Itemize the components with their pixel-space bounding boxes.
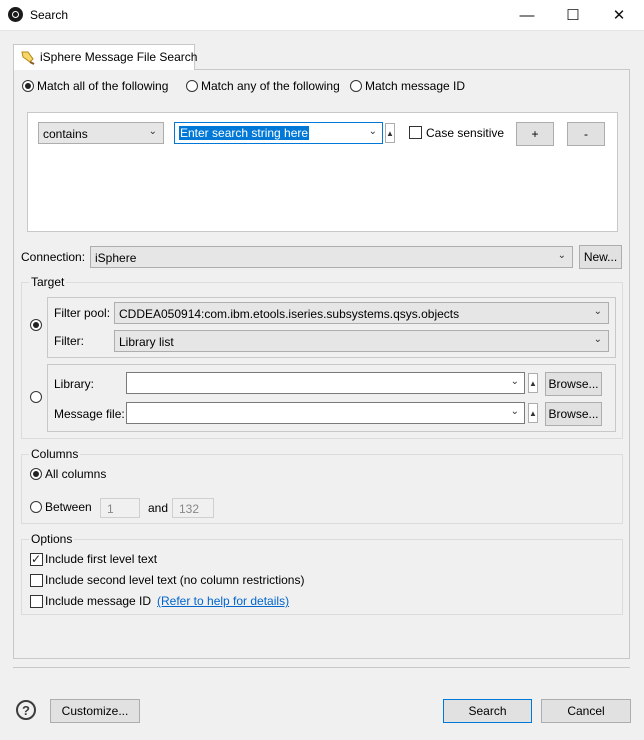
options-legend: Options	[29, 532, 75, 546]
filter-label: Filter:	[54, 334, 84, 348]
triangle-up-icon: ▲	[529, 378, 537, 388]
column-from-value: 1	[107, 502, 114, 516]
chevron-down-icon: ⌄	[593, 334, 602, 345]
browse-library-button[interactable]: Browse...	[545, 372, 602, 396]
second-level-text-checkbox[interactable]	[30, 574, 43, 587]
minimize-button[interactable]: —	[504, 0, 550, 30]
library-target-radio[interactable]	[30, 391, 42, 403]
between-label: Between	[45, 500, 92, 514]
match-any-label: Match any of the following	[201, 79, 340, 93]
maximize-icon: ☐	[566, 7, 580, 24]
library-label: Library:	[54, 377, 95, 391]
message-file-input[interactable]: ⌄	[126, 402, 525, 424]
filter-combo[interactable]: Library list ⌄	[114, 330, 609, 352]
connection-label: Connection:	[21, 250, 86, 264]
library-input[interactable]: ⌄	[126, 372, 525, 394]
operator-combo[interactable]: contains ⌄	[38, 122, 164, 144]
search-string-input[interactable]: Enter search string here ⌄	[174, 122, 383, 144]
close-button[interactable]: ✕	[596, 0, 642, 30]
chevron-down-icon: ⌄	[368, 126, 377, 137]
cancel-button[interactable]: Cancel	[541, 699, 631, 723]
title-bar: Search — ☐ ✕	[0, 0, 644, 31]
column-to-value: 132	[179, 502, 200, 516]
remove-criterion-button[interactable]: -	[567, 122, 605, 146]
browse-message-file-button[interactable]: Browse...	[545, 402, 602, 426]
chevron-down-icon: ⌄	[557, 250, 566, 261]
message-id-checkbox[interactable]	[30, 595, 43, 608]
chevron-down-icon: ⌄	[148, 126, 157, 137]
help-icon[interactable]: ?	[16, 700, 36, 720]
filter-pool-combo[interactable]: CDDEA050914:com.ibm.etools.iseries.subsy…	[114, 302, 609, 324]
search-string-value: Enter search string here	[179, 126, 310, 140]
search-flashlight-icon	[21, 51, 35, 65]
second-level-text-label: Include second level text (no column res…	[45, 573, 305, 587]
target-legend: Target	[29, 275, 67, 289]
connection-value: iSphere	[95, 251, 137, 265]
minimize-icon: —	[519, 6, 535, 24]
window-title: Search	[30, 8, 69, 22]
all-columns-label: All columns	[45, 467, 107, 481]
filter-target-radio[interactable]	[30, 319, 42, 331]
operator-value: contains	[43, 127, 88, 141]
footer-separator	[13, 667, 630, 668]
filter-pool-label: Filter pool:	[54, 306, 111, 320]
chevron-down-icon: ⌄	[593, 306, 602, 317]
first-level-text-label: Include first level text	[45, 552, 158, 566]
case-sensitive-label: Case sensitive	[426, 126, 505, 140]
triangle-up-icon: ▲	[386, 128, 394, 138]
message-id-label: Include message ID	[45, 594, 152, 608]
match-all-radio[interactable]	[22, 80, 34, 92]
match-message-id-label: Match message ID	[365, 79, 466, 93]
help-details-link[interactable]: (Refer to help for details)	[157, 594, 289, 608]
tab-label: iSphere Message File Search	[40, 50, 198, 64]
app-icon	[8, 7, 23, 22]
columns-legend: Columns	[29, 447, 81, 461]
and-label: and	[148, 501, 169, 515]
search-history-spinner[interactable]: ▲	[385, 123, 395, 143]
library-history-spinner[interactable]: ▲	[528, 373, 538, 393]
search-button[interactable]: Search	[443, 699, 532, 723]
column-from-input[interactable]: 1	[100, 498, 140, 518]
connection-combo[interactable]: iSphere ⌄	[90, 246, 573, 268]
maximize-button[interactable]: ☐	[550, 0, 596, 30]
case-sensitive-checkbox[interactable]	[409, 126, 422, 139]
message-file-history-spinner[interactable]: ▲	[528, 403, 538, 423]
new-connection-button[interactable]: New...	[579, 245, 622, 269]
all-columns-radio[interactable]	[30, 468, 42, 480]
first-level-text-checkbox[interactable]	[30, 551, 43, 567]
close-icon: ✕	[612, 7, 626, 24]
chevron-down-icon: ⌄	[510, 406, 519, 417]
between-columns-radio[interactable]	[30, 501, 42, 513]
message-file-label: Message file:	[54, 407, 125, 421]
match-all-label: Match all of the following	[37, 79, 169, 93]
filter-value: Library list	[119, 335, 174, 349]
triangle-up-icon: ▲	[529, 408, 537, 418]
column-to-input[interactable]: 132	[172, 498, 214, 518]
filter-pool-value: CDDEA050914:com.ibm.etools.iseries.subsy…	[119, 307, 460, 321]
customize-button[interactable]: Customize...	[50, 699, 140, 723]
match-any-radio[interactable]	[186, 80, 198, 92]
match-message-id-radio[interactable]	[350, 80, 362, 92]
add-criterion-button[interactable]: +	[516, 122, 554, 146]
chevron-down-icon: ⌄	[510, 376, 519, 387]
tab-message-file-search[interactable]: iSphere Message File Search	[13, 44, 198, 70]
